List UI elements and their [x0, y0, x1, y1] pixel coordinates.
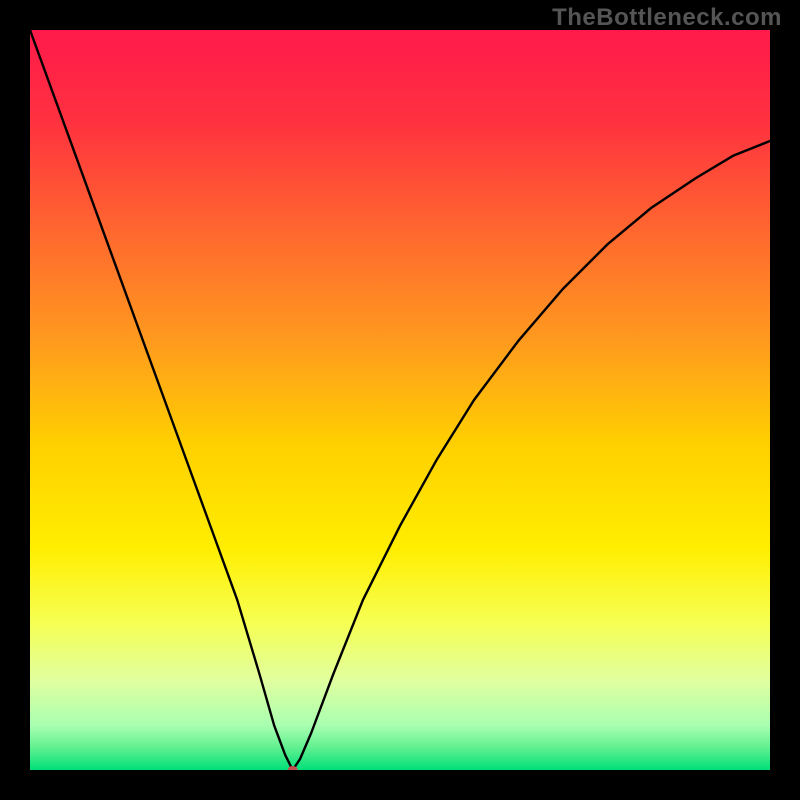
chart-svg	[30, 30, 770, 770]
plot-area	[30, 30, 770, 770]
watermark-text: TheBottleneck.com	[552, 4, 782, 32]
chart-frame: TheBottleneck.com	[0, 0, 800, 800]
gradient-background	[30, 30, 770, 770]
